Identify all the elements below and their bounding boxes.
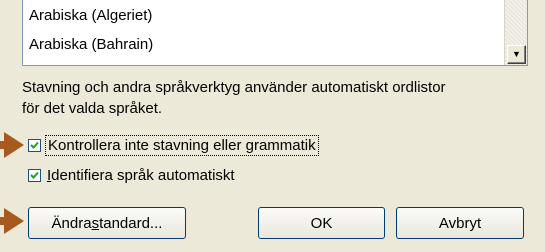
detect-language-label: Identifiera språk automatiskt [47,166,235,184]
list-item[interactable]: Arabiska (Bahrain) [29,34,153,56]
description-text: Stavning och andra språkverktyg använder… [22,77,532,119]
ok-button[interactable]: OK [258,207,385,239]
description-line-2: för det valda språket. [22,100,163,117]
no-spelling-check-option[interactable]: Kontrollera inte stavning eller grammati… [28,134,319,156]
chevron-down-icon: ▼ [512,49,521,59]
cancel-button[interactable]: Avbryt [396,207,524,239]
detect-language-option[interactable]: Identifiera språk automatiskt [28,164,235,186]
pointer-arrow-icon [0,132,24,158]
description-line-1: Stavning och andra språkverktyg använder… [22,79,446,96]
scroll-down-button[interactable]: ▼ [507,45,526,64]
vertical-scrollbar[interactable]: ▼ [504,0,527,65]
no-spelling-checkbox[interactable] [28,138,41,152]
no-spelling-label: Kontrollera inte stavning eller grammati… [45,134,319,156]
language-listbox[interactable]: Arabiska (Algeriet) Arabiska (Bahrain) ▼ [22,0,528,66]
pointer-arrow-icon [0,208,24,234]
change-default-button[interactable]: Ändra s tandard... [28,207,186,239]
list-item[interactable]: Arabiska (Algeriet) [29,5,152,27]
detect-language-checkbox[interactable] [28,168,41,182]
